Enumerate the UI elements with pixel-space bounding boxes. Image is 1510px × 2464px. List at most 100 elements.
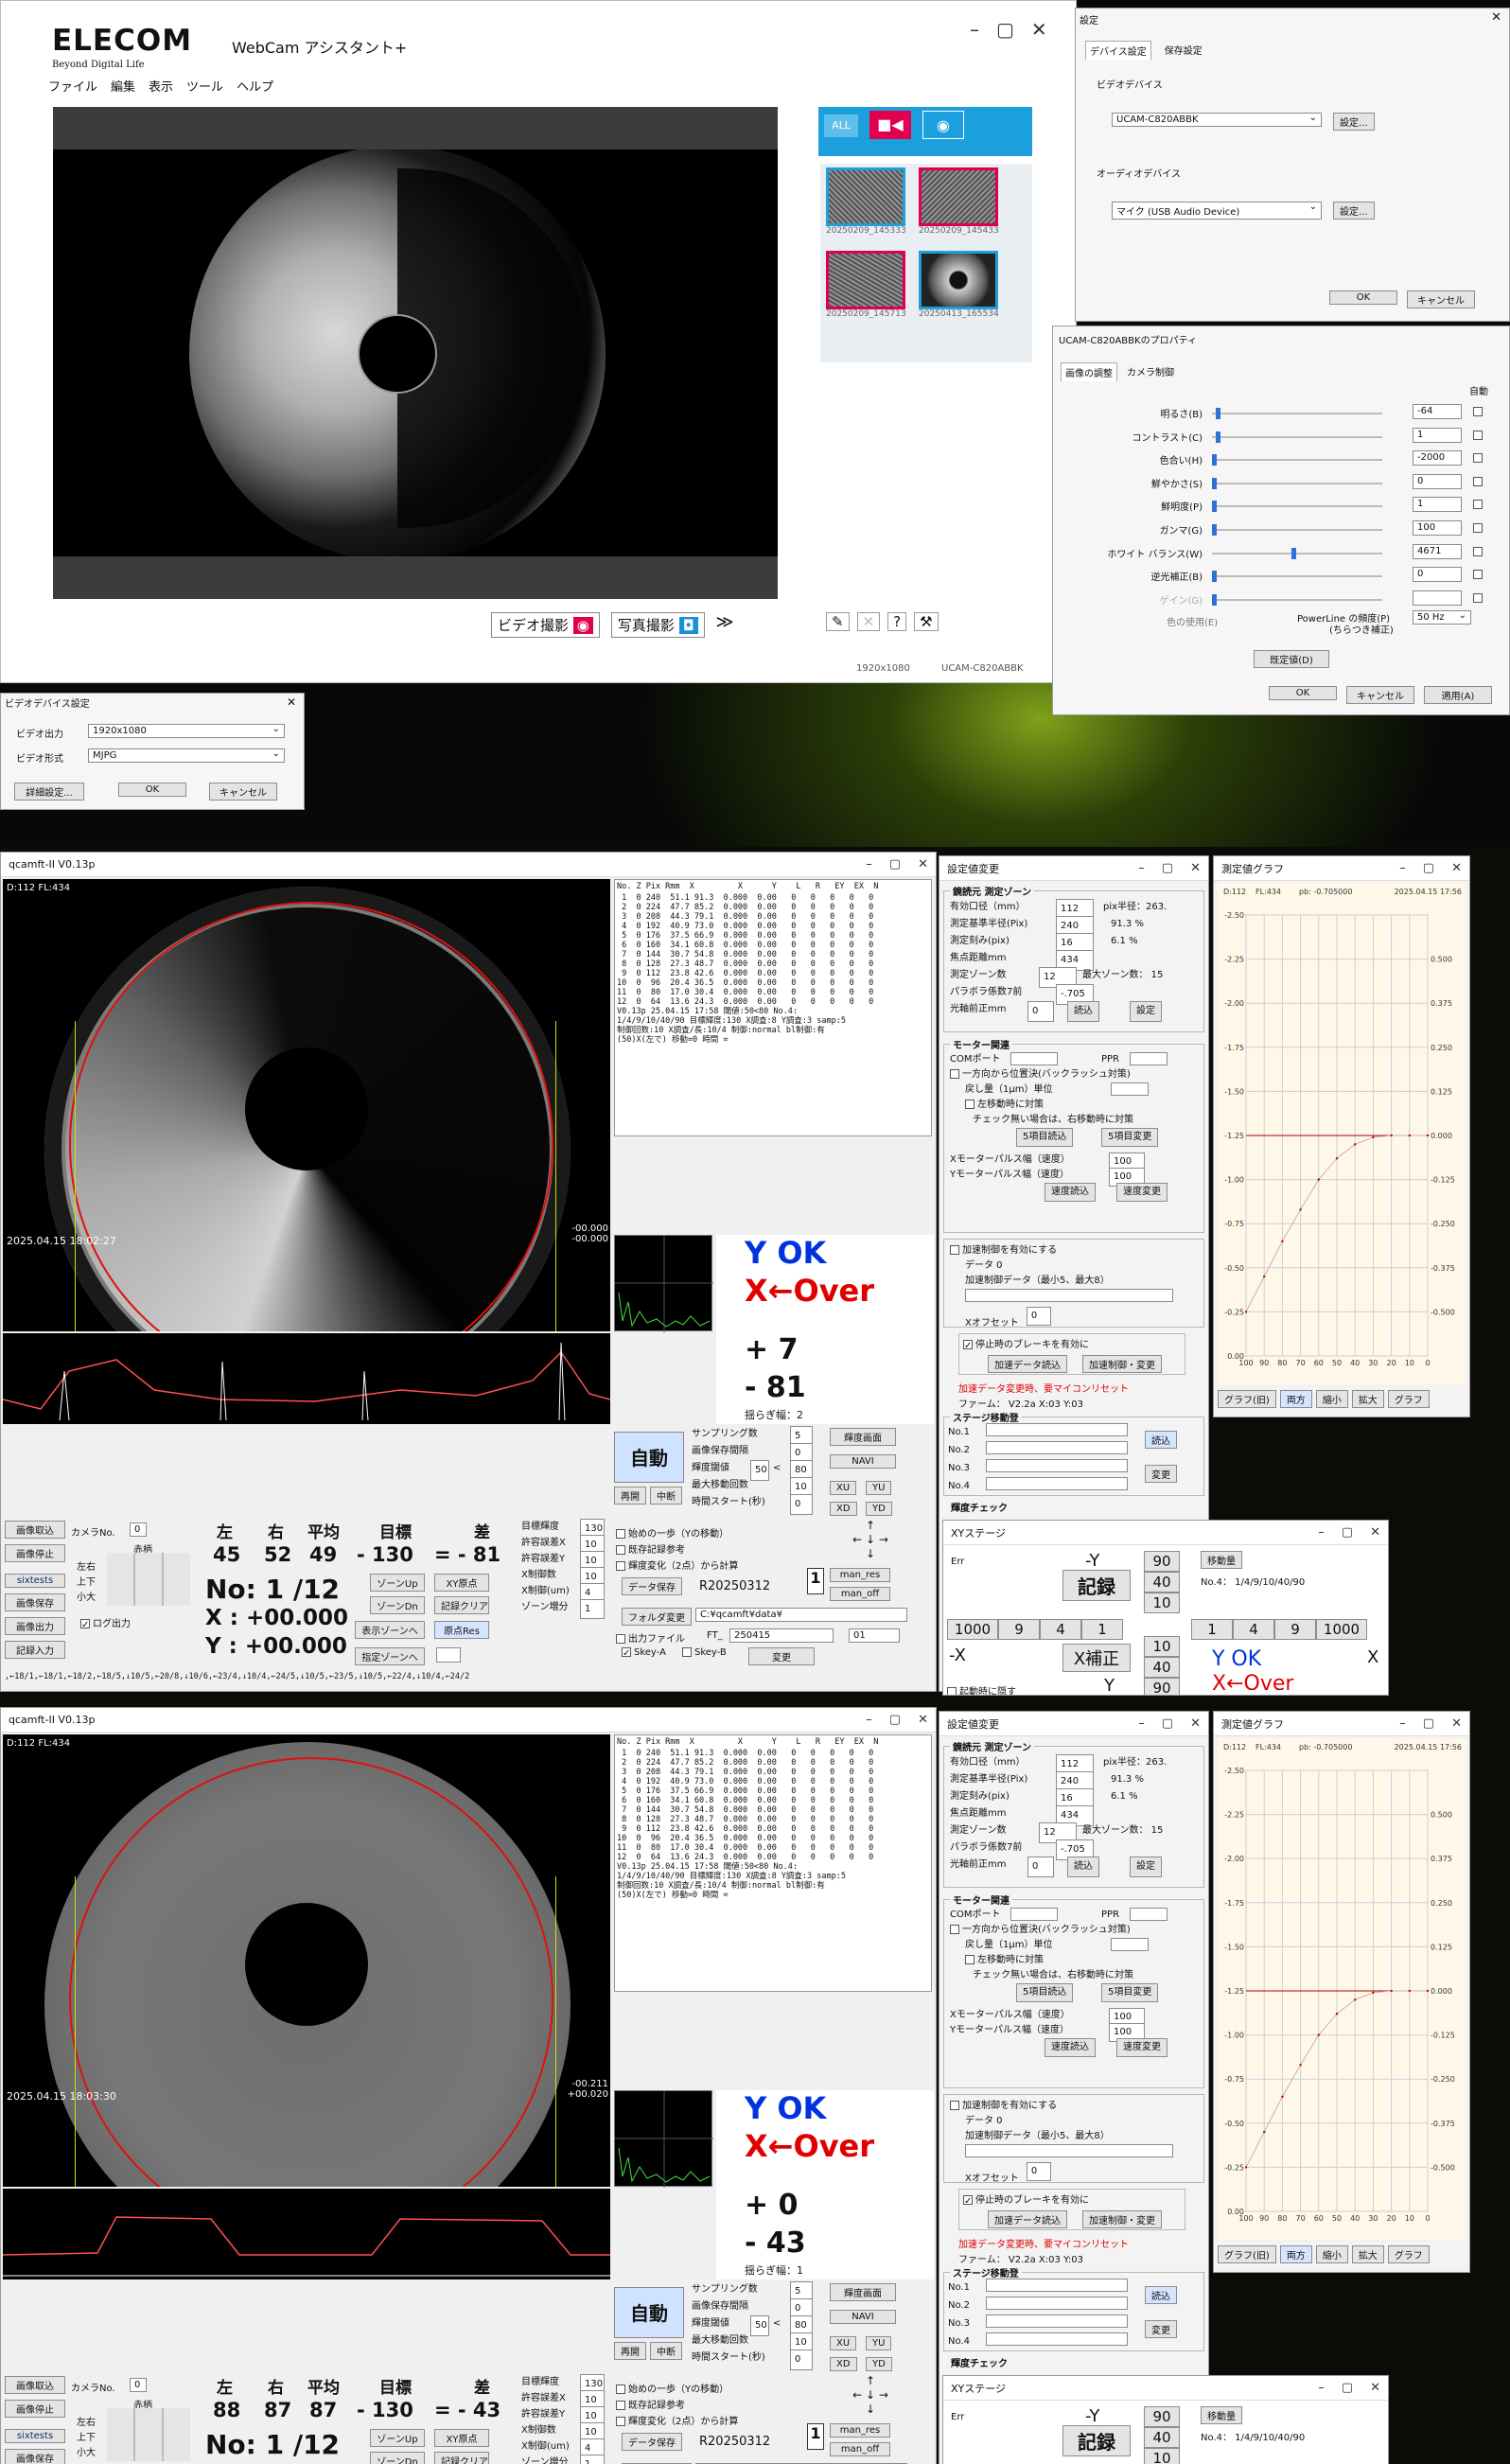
arrow-pad[interactable]: ↑ ← ↓ → ↓ [828,2374,913,2418]
props-cancel-button[interactable]: キャンセル [1346,686,1414,704]
origin-reset-button[interactable]: 原点Res [434,1621,489,1639]
ft-input[interactable]: 250415 [729,1628,834,1643]
man-off-button[interactable]: man_off [830,2442,890,2456]
menu-file[interactable]: ファイル [48,77,97,95]
x-step-1000r[interactable]: 1000 [1316,1619,1367,1640]
graph-zoom-button[interactable]: 拡大 [1351,1390,1384,1408]
com-input[interactable] [1010,1052,1058,1065]
oneway-checkbox[interactable]: 一方向から位置決(バックラッシュ対策) [950,1067,1200,1082]
maximize-icon[interactable]: ▢ [889,1713,901,1727]
navi-button[interactable]: NAVI [830,1454,896,1469]
threshold-a-input[interactable]: 50 [750,2315,769,2336]
x-step-1000l[interactable]: 1000 [947,1619,998,1640]
settings-cancel-button[interactable]: キャンセル [1407,290,1475,308]
zone-down-button[interactable]: ゾーンDn [370,2452,425,2464]
keep-ref-checkbox[interactable]: 既存記録参考 [616,1542,805,1558]
property-value[interactable]: 100 [1413,520,1462,536]
speed-change-button[interactable]: 速度変更 [1116,2038,1168,2057]
audio-setup-button[interactable]: 設定... [1333,202,1375,220]
stage-read-button[interactable]: 読込 [1145,2286,1177,2304]
camera-no-input[interactable]: 0 [130,2378,147,2392]
outfile-checkbox[interactable]: 出力ファイル [616,1630,685,1645]
y-40-button[interactable]: 40 [1144,1572,1180,1593]
image-save-button[interactable]: 画像保存 [5,1593,65,1611]
zone-set-button[interactable]: 設定 [1130,1001,1162,1022]
x-step-1r[interactable]: 1 [1191,1619,1233,1640]
close-icon[interactable]: ✕ [1451,861,1462,875]
vdev-ok-button[interactable]: OK [118,783,186,797]
axis-input[interactable]: 0 [1027,1001,1054,1022]
graph-old-button[interactable]: グラフ(旧) [1218,2245,1276,2263]
auto-checkbox[interactable] [1473,453,1483,464]
first-step-checkbox[interactable]: 始めの一歩（Yの移動） [616,2382,805,2398]
item5-read-button[interactable]: 5項目読込 [1016,1128,1074,1147]
menu-view[interactable]: 表示 [149,77,173,95]
minimize-icon[interactable]: – [1399,861,1406,875]
x-step-9l[interactable]: 9 [998,1619,1040,1640]
video-device-select[interactable]: UCAM-C820ABBK [1112,113,1322,127]
zone-set-button[interactable]: 設定 [1130,1857,1162,1877]
delete-icon[interactable]: ✕ [856,612,881,631]
property-value[interactable] [1413,590,1462,606]
threshold-a-input[interactable]: 50 [750,1460,769,1481]
graph-both-button[interactable]: 両方 [1279,2245,1312,2263]
property-value[interactable]: 1 [1413,427,1462,443]
y-90-button[interactable]: 90 [1144,1551,1180,1572]
yd-button[interactable]: YD [866,2357,892,2371]
man-off-button[interactable]: man_off [830,1587,890,1601]
frame-adjust-grid[interactable] [107,1553,190,1606]
record-clear-button[interactable]: 記録クリア [434,1596,489,1614]
backlash-input[interactable] [1111,1938,1149,1951]
settings-ok-button[interactable]: OK [1329,290,1397,305]
x-step-9r[interactable]: 9 [1274,1619,1316,1640]
step-number-box[interactable]: 1 [807,1568,824,1594]
property-value[interactable]: 4671 [1413,543,1462,559]
auto-button[interactable]: 自動 [614,2287,684,2338]
spec-zone-input[interactable] [436,1647,461,1663]
property-slider[interactable] [1212,547,1382,559]
stage-1-input[interactable] [986,1423,1128,1436]
thumbnail-1[interactable]: 20250209_145333 [826,167,906,236]
brightness-screen-button[interactable]: 輝度画面 [830,1428,896,1446]
sixtests-button[interactable]: sixtests [5,2429,65,2443]
accel-read-button[interactable]: 加速データ読込 [988,2210,1067,2228]
record-clear-button[interactable]: 記録クリア [434,2452,489,2464]
auto-checkbox[interactable] [1473,570,1483,580]
timer-input[interactable]: 0 [790,1494,813,1515]
ppr-input[interactable] [1130,1052,1168,1065]
brightness-screen-button[interactable]: 輝度画面 [830,2283,896,2301]
audio-device-select[interactable]: マイク (USB Audio Device) [1112,202,1322,220]
property-slider[interactable] [1212,571,1382,583]
tab-all[interactable]: ALL [824,114,858,137]
left-move-checkbox[interactable]: 左移動時に対策 [950,1098,1200,1113]
accel-checkbox[interactable]: 加速制御を有効にする [950,2099,1200,2114]
property-slider[interactable] [1212,431,1382,443]
speed-read-button[interactable]: 速度読込 [1045,2038,1096,2057]
props-ok-button[interactable]: OK [1269,686,1337,700]
settings-close-icon[interactable]: ✕ [1491,10,1501,25]
y-10-button[interactable]: 10 [1144,1593,1180,1613]
zone-inc-input[interactable]: 1 [580,1599,605,1619]
auto-checkbox[interactable] [1473,592,1483,603]
record-button[interactable]: 記録 [1062,2425,1131,2456]
oneway-checkbox[interactable]: 一方向から位置決(バックラッシュ対策) [950,1923,1200,1938]
minimize-icon[interactable]: – [1318,2381,1325,2395]
stage-2-input[interactable] [986,1441,1128,1454]
maximize-icon[interactable]: ▢ [996,18,1014,41]
zone-read-button[interactable]: 読込 [1067,1001,1099,1022]
property-value[interactable]: 0 [1413,473,1462,489]
auto-checkbox[interactable] [1473,523,1483,533]
close-icon[interactable]: ✕ [918,1713,928,1727]
video-output-select[interactable]: 1920x1080 [88,724,285,738]
accel-read-button[interactable]: 加速データ読込 [988,1355,1067,1373]
zone-up-button[interactable]: ゾーンUp [370,2429,425,2447]
maximize-icon[interactable]: ▢ [1423,861,1434,875]
expand-icon[interactable]: ≫ [716,612,734,638]
stage-change-button[interactable]: 変更 [1145,2320,1177,2338]
yu-button[interactable]: YU [866,2336,892,2350]
pause-button[interactable]: 中断 [650,2342,682,2360]
menu-tools[interactable]: ツール [186,77,223,95]
x-step-4r[interactable]: 4 [1233,1619,1274,1640]
step-number-box[interactable]: 1 [807,2423,824,2450]
property-slider[interactable] [1212,454,1382,466]
